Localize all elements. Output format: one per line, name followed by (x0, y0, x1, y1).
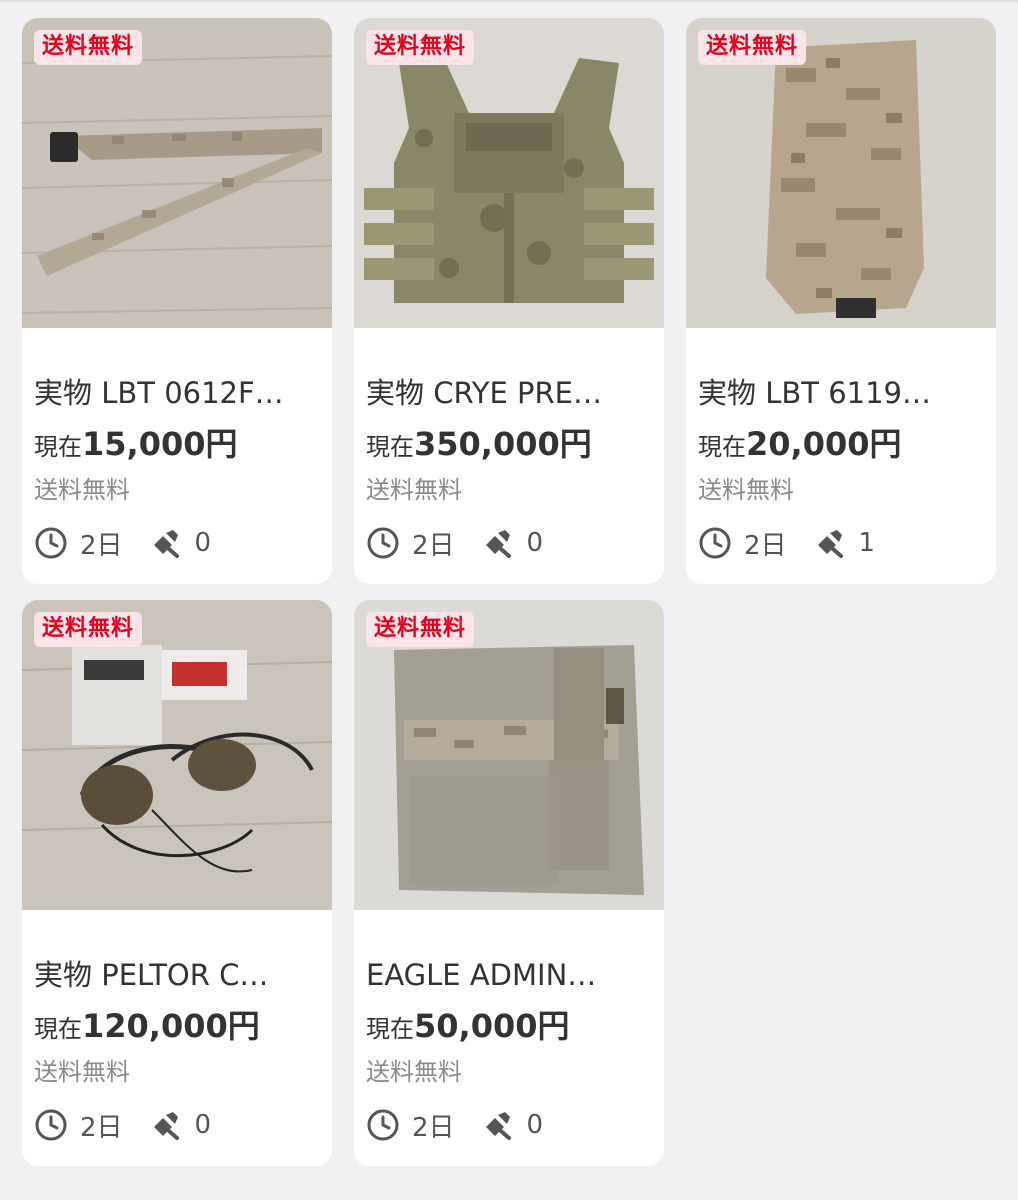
current-price: 現在20,000円 (698, 425, 902, 463)
price-value: 15,000円 (82, 425, 238, 463)
shipping-info: 送料無料 (34, 476, 130, 504)
product-title[interactable]: 実物 PELTOR C… (34, 958, 324, 993)
free-shipping-badge: 送料無料 (366, 612, 475, 648)
gavel-icon (485, 530, 511, 558)
product-card[interactable]: 送料無料 実物 LBT 6119… 現在20,000円 送料無料 2日 1 (686, 18, 996, 584)
product-image[interactable]: 送料無料 (22, 600, 332, 910)
auction-meta: 2日 0 (366, 525, 543, 561)
product-title[interactable]: 実物 LBT 6119… (698, 376, 988, 411)
clock-icon (699, 527, 731, 559)
product-image[interactable]: 送料無料 (354, 18, 664, 328)
current-price: 現在350,000円 (366, 425, 592, 463)
gavel-icon (485, 1112, 511, 1140)
free-shipping-badge: 送料無料 (366, 30, 475, 66)
gavel-icon (153, 530, 179, 558)
product-card[interactable]: 送料無料 実物 PELTOR C… 現在120,000円 送料無料 2日 0 (22, 600, 332, 1166)
clock-icon (35, 527, 67, 559)
bid-count: 1 (858, 528, 876, 558)
time-left: 2日 (80, 530, 123, 561)
free-shipping-badge: 送料無料 (698, 30, 807, 66)
price-value: 350,000円 (414, 425, 592, 463)
bid-count: 0 (526, 1110, 544, 1140)
bid-count: 0 (194, 528, 212, 558)
product-title[interactable]: 実物 LBT 0612F… (34, 376, 324, 411)
product-card[interactable]: 送料無料 EAGLE ADMIN… 現在50,000円 送料無料 2日 0 (354, 600, 664, 1166)
current-price: 現在120,000円 (34, 1007, 260, 1045)
product-card[interactable]: 送料無料 実物 CRYE PRE… 現在350,000円 送料無料 2日 0 (354, 18, 664, 584)
auction-meta: 2日 0 (34, 1107, 211, 1143)
auction-meta: 2日 0 (366, 1107, 543, 1143)
shipping-info: 送料無料 (366, 1058, 462, 1086)
time-left: 2日 (80, 1112, 123, 1143)
product-image[interactable]: 送料無料 (354, 600, 664, 910)
time-left: 2日 (412, 1112, 455, 1143)
price-label: 現在 (34, 1015, 82, 1043)
price-label: 現在 (366, 433, 414, 461)
free-shipping-badge: 送料無料 (34, 30, 143, 66)
clock-icon (367, 527, 399, 559)
product-card[interactable]: 送料無料 実物 LBT 0612F… 現在15,000円 送料無料 2日 0 (22, 18, 332, 584)
price-label: 現在 (34, 433, 82, 461)
time-left: 2日 (744, 530, 787, 561)
shipping-info: 送料無料 (34, 1058, 130, 1086)
price-value: 120,000円 (82, 1007, 260, 1045)
price-label: 現在 (698, 433, 746, 461)
product-title[interactable]: 実物 CRYE PRE… (366, 376, 656, 411)
free-shipping-badge: 送料無料 (34, 612, 143, 648)
product-title[interactable]: EAGLE ADMIN… (366, 958, 656, 993)
gavel-icon (817, 530, 843, 558)
price-value: 20,000円 (746, 425, 902, 463)
clock-icon (35, 1109, 67, 1141)
time-left: 2日 (412, 530, 455, 561)
clock-icon (367, 1109, 399, 1141)
auction-meta: 2日 0 (34, 525, 211, 561)
current-price: 現在50,000円 (366, 1007, 570, 1045)
shipping-info: 送料無料 (366, 476, 462, 504)
price-value: 50,000円 (414, 1007, 570, 1045)
gavel-icon (153, 1112, 179, 1140)
price-label: 現在 (366, 1015, 414, 1043)
bid-count: 0 (194, 1110, 212, 1140)
shipping-info: 送料無料 (698, 476, 794, 504)
product-grid: 送料無料 実物 LBT 0612F… 現在15,000円 送料無料 2日 0 送… (0, 0, 1018, 1200)
bid-count: 0 (526, 528, 544, 558)
product-image[interactable]: 送料無料 (22, 18, 332, 328)
product-image[interactable]: 送料無料 (686, 18, 996, 328)
auction-meta: 2日 1 (698, 525, 875, 561)
current-price: 現在15,000円 (34, 425, 238, 463)
